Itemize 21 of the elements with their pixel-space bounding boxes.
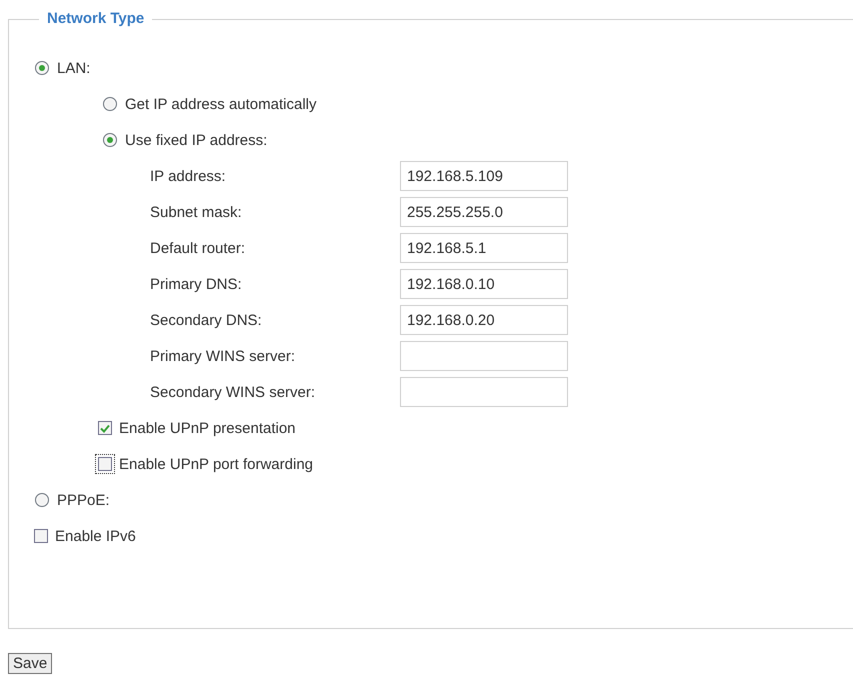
field-label: Primary DNS: <box>150 276 243 292</box>
field-label: Secondary DNS: <box>150 312 263 328</box>
input-field[interactable]: 192.168.0.20 <box>400 305 568 335</box>
input-field[interactable]: 255.255.255.0 <box>400 197 568 227</box>
field-label: IP address: <box>150 168 227 184</box>
input-field[interactable]: 192.168.5.109 <box>400 161 568 191</box>
checkbox-label: Enable UPnP port forwarding <box>119 456 314 472</box>
checkbox-label: Enable UPnP presentation <box>119 420 296 436</box>
field-label: Default router: <box>150 240 246 256</box>
radio-label: LAN: <box>57 60 90 76</box>
save-button[interactable]: Save <box>8 653 52 674</box>
field-label: Primary WINS server: <box>150 348 296 364</box>
input-field[interactable]: 192.168.5.1 <box>400 233 568 263</box>
checkbox-label: Enable IPv6 <box>55 528 136 544</box>
input-field[interactable]: 192.168.0.10 <box>400 269 568 299</box>
radio-label: Get IP address automatically <box>125 96 316 112</box>
radio-label: PPPoE: <box>57 492 110 508</box>
field-label: Secondary WINS server: <box>150 384 316 400</box>
radio-label: Use fixed IP address: <box>125 132 268 148</box>
panel-title: Network Type <box>39 10 152 27</box>
field-label: Subnet mask: <box>150 204 243 220</box>
